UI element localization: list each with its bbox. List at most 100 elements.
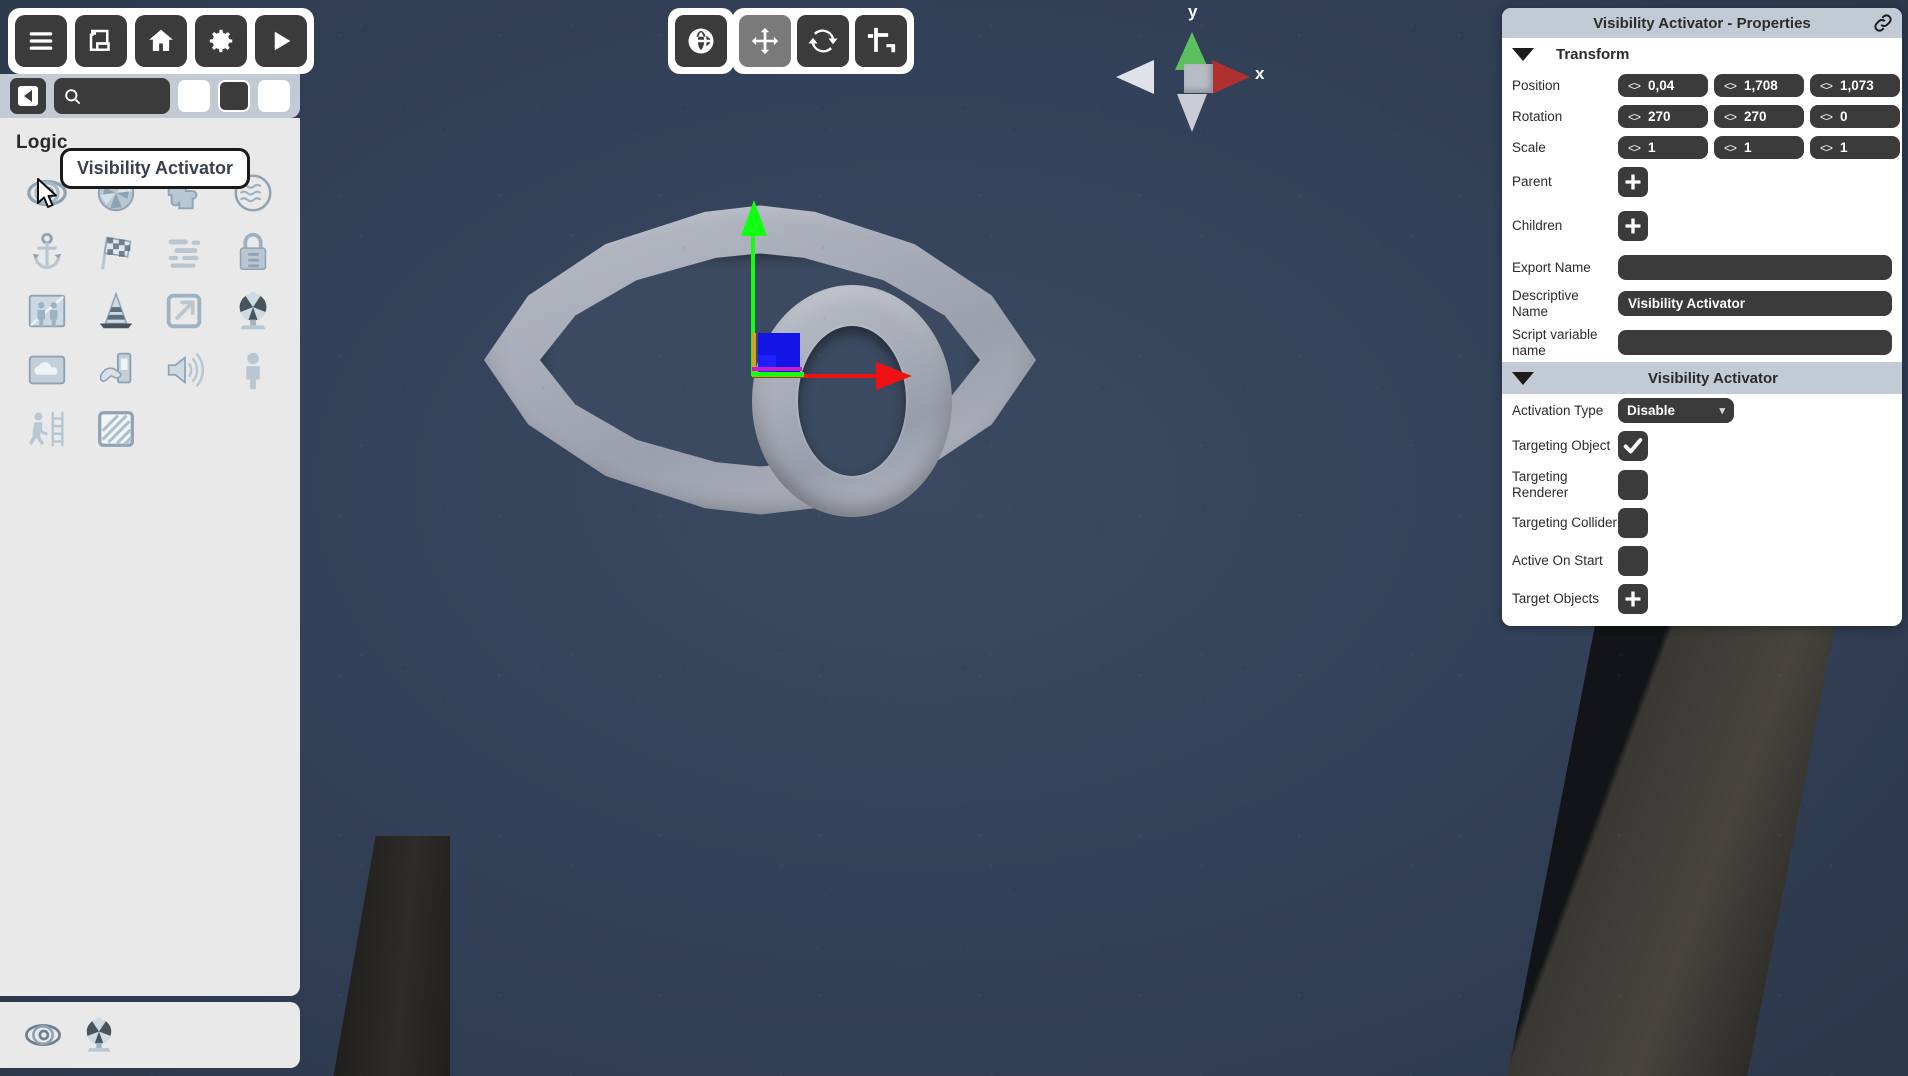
- targeting-renderer-label: Targeting Renderer: [1512, 469, 1569, 500]
- search-input[interactable]: [89, 88, 161, 104]
- activation-type-value: Disable: [1627, 403, 1676, 419]
- component-section-label: Visibility Activator: [1647, 369, 1779, 387]
- rotation-y-value: 270: [1744, 109, 1767, 124]
- position-y-field[interactable]: <> 1,708: [1714, 74, 1804, 97]
- properties-panel: Visibility Activator - Properties Transf…: [1502, 8, 1902, 627]
- scene-icon[interactable]: [75, 15, 127, 67]
- radiation-fan-icon: [239, 291, 267, 329]
- collapse-panel-button[interactable]: [10, 78, 46, 114]
- home-icon[interactable]: [135, 15, 187, 67]
- plus-icon: [1625, 591, 1641, 607]
- axis-label-y: y: [1188, 2, 1198, 21]
- rotation-row: Rotation <> 270 <> 270 <> 0: [1502, 101, 1902, 132]
- radiation-fan-icon[interactable]: [78, 1014, 120, 1056]
- targeting-object-checkbox[interactable]: [1618, 431, 1648, 462]
- active-on-start-checkbox[interactable]: [1618, 546, 1648, 577]
- library-item-character[interactable]: [220, 341, 287, 398]
- caret-down-icon[interactable]: [1512, 47, 1534, 61]
- children-label: Children: [1512, 218, 1563, 234]
- add-parent-button[interactable]: [1618, 167, 1648, 197]
- striped-square-icon: [97, 410, 134, 447]
- hamburger-menu-icon[interactable]: [15, 15, 67, 67]
- rotation-z-field[interactable]: <> 0: [1810, 105, 1900, 128]
- targeting-collider-row: Targeting Collider: [1502, 504, 1902, 542]
- view-toggle-2[interactable]: [218, 80, 250, 112]
- descriptive-name-input[interactable]: Visibility Activator: [1618, 291, 1892, 317]
- view-toggle-1[interactable]: [178, 80, 210, 112]
- library-item-link[interactable]: [151, 282, 218, 339]
- scale-x-value: 1: [1648, 140, 1656, 155]
- library-item-sound[interactable]: [151, 341, 218, 398]
- stepper-icon: <>: [1724, 78, 1737, 93]
- library-item-lock[interactable]: [220, 223, 287, 280]
- export-name-input[interactable]: [1618, 255, 1892, 280]
- rotate-tool[interactable]: [797, 15, 849, 67]
- targeting-renderer-row: Targeting Renderer: [1502, 465, 1902, 504]
- library-item-climb[interactable]: [14, 400, 81, 457]
- script-variable-name-label: Script variable name: [1512, 327, 1598, 358]
- plus-icon: [1625, 174, 1641, 190]
- position-z-field[interactable]: <> 1,073: [1810, 74, 1900, 97]
- library-item-cone[interactable]: [83, 282, 150, 339]
- library-item-anchor[interactable]: [14, 223, 81, 280]
- scale-x-field[interactable]: <> 1: [1618, 136, 1708, 159]
- library-item-zone[interactable]: [83, 400, 150, 457]
- properties-title: Visibility Activator - Properties: [1593, 14, 1811, 32]
- library-item-finish[interactable]: [83, 223, 150, 280]
- axis-cone-right[interactable]: [1212, 60, 1250, 94]
- descriptive-name-label: Descriptive Name: [1512, 288, 1579, 319]
- targeting-collider-checkbox[interactable]: [1618, 508, 1648, 539]
- move-gizmo[interactable]: [741, 200, 952, 400]
- position-z-value: 1,073: [1840, 78, 1874, 93]
- scale-tool[interactable]: [855, 15, 907, 67]
- link-icon[interactable]: [1872, 12, 1894, 34]
- search-field[interactable]: [54, 78, 170, 114]
- view-toggle-3[interactable]: [258, 80, 290, 112]
- stepper-icon: <>: [1628, 140, 1641, 155]
- library-item-sky[interactable]: [14, 341, 81, 398]
- library-body: Logic Visibility Activator: [0, 118, 300, 996]
- play-icon[interactable]: [255, 15, 307, 67]
- external-link-icon: [167, 293, 202, 328]
- library-item-hazard[interactable]: [220, 282, 287, 339]
- properties-header: Visibility Activator - Properties: [1502, 8, 1902, 38]
- scene-beam-left: [330, 836, 450, 1076]
- gizmo-x-arrow[interactable]: [876, 362, 912, 390]
- export-name-row: Export Name: [1502, 251, 1902, 284]
- active-on-start-row: Active On Start: [1502, 542, 1902, 580]
- add-child-button[interactable]: [1618, 211, 1648, 241]
- axis-cone-down[interactable]: [1177, 94, 1207, 132]
- scale-z-field[interactable]: <> 1: [1810, 136, 1900, 159]
- stepper-icon: <>: [1820, 140, 1833, 155]
- activation-type-select[interactable]: Disable ▾: [1618, 398, 1734, 424]
- stepper-icon: <>: [1724, 140, 1737, 155]
- scale-y-field[interactable]: <> 1: [1714, 136, 1804, 159]
- globe-icon[interactable]: [675, 15, 727, 67]
- plus-icon: [1625, 218, 1641, 234]
- person-icon: [246, 352, 260, 389]
- rotation-x-field[interactable]: <> 270: [1618, 105, 1708, 128]
- axis-cone-left[interactable]: [1116, 60, 1154, 94]
- rotation-y-field[interactable]: <> 270: [1714, 105, 1804, 128]
- script-variable-name-input[interactable]: [1618, 330, 1892, 356]
- component-section-header[interactable]: Visibility Activator: [1502, 362, 1902, 395]
- library-item-text[interactable]: [151, 223, 218, 280]
- library-item-mirror[interactable]: [14, 282, 81, 339]
- gear-icon[interactable]: [195, 15, 247, 67]
- add-target-object-button[interactable]: [1618, 584, 1648, 615]
- axis-center-cube[interactable]: [1184, 64, 1213, 93]
- visibility-activator-icon[interactable]: [22, 1014, 64, 1056]
- script-variable-name-row: Script variable name: [1502, 323, 1902, 362]
- library-item-interact[interactable]: [83, 341, 150, 398]
- targeting-renderer-checkbox[interactable]: [1618, 469, 1648, 500]
- scale-label: Scale: [1512, 139, 1546, 155]
- axis-orientation-widget[interactable]: y x: [1116, 2, 1272, 142]
- move-tool[interactable]: [739, 15, 791, 67]
- search-icon: [65, 88, 81, 104]
- hand-card-icon: [99, 352, 132, 383]
- stepper-icon: <>: [1724, 109, 1737, 124]
- caret-down-icon[interactable]: [1512, 371, 1534, 385]
- transform-section-header[interactable]: Transform: [1502, 38, 1902, 70]
- library-empty-cell: [220, 400, 287, 457]
- position-x-field[interactable]: <> 0,04: [1618, 74, 1708, 97]
